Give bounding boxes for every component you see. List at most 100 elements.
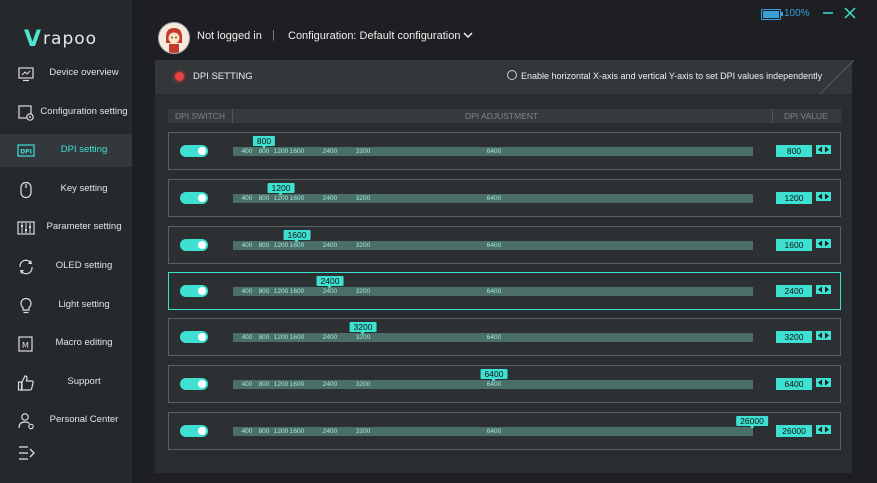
dpi-switch-toggle[interactable] xyxy=(180,192,208,204)
slider-tick-label: 1600 xyxy=(289,288,305,295)
dpi-slider[interactable]: 400 800 1200 1600 2400 3200 6400 2400 xyxy=(233,276,753,296)
dpi-slider[interactable]: 400 800 1200 1600 2400 3200 6400 1200 xyxy=(233,183,753,203)
slider-tick-label: 6400 xyxy=(486,428,502,435)
slider-tick-label: 800 xyxy=(258,381,270,388)
sidebar-item-parameter-setting[interactable]: Parameter setting xyxy=(0,211,132,244)
slider-value-bubble[interactable]: 26000 xyxy=(736,416,768,429)
sidebar: V rapoo Device overview Configuration se… xyxy=(0,0,132,483)
battery-level xyxy=(763,11,779,18)
dpi-slider[interactable]: 400 800 1200 1600 2400 3200 6400 800 xyxy=(233,136,753,156)
slider-tick-label: 400 xyxy=(241,242,253,249)
slider-tick-label: 2400 xyxy=(322,381,338,388)
svg-text:DPI: DPI xyxy=(20,149,32,156)
sidebar-item-support[interactable]: Support xyxy=(0,366,132,399)
configuration-selector[interactable]: Configuration: Default configuration xyxy=(288,30,460,42)
dpi-row[interactable]: 400 800 1200 1600 2400 3200 6400 1600 1600 xyxy=(168,226,841,264)
sidebar-item-personal-center[interactable]: Personal Center xyxy=(0,404,132,437)
slider-tick-label: 2400 xyxy=(322,148,338,155)
independent-xy-label[interactable]: Enable horizontal X-axis and vertical Y-… xyxy=(521,71,822,81)
sidebar-item-light-setting[interactable]: Light setting xyxy=(0,289,132,322)
refresh-icon xyxy=(19,259,33,275)
dpi-value-input[interactable]: 1200 xyxy=(776,192,812,204)
sidebar-item-label: Device overview xyxy=(49,67,119,78)
slider-tick-label: 6400 xyxy=(486,148,502,155)
sidebar-item-label: Light setting xyxy=(58,299,110,310)
logo-mark-icon: V xyxy=(24,26,41,52)
toggle-knob xyxy=(198,427,206,435)
dpi-value-input[interactable]: 800 xyxy=(776,145,812,157)
slider-tick-label: 1200 xyxy=(273,288,289,295)
col-divider xyxy=(232,109,233,123)
dpi-row[interactable]: 400 800 1200 1600 2400 3200 6400 1200 1200 xyxy=(168,179,841,217)
dpi-slider[interactable]: 400 800 1200 1600 2400 3200 6400 6400 xyxy=(233,369,753,389)
dpi-switch-toggle[interactable] xyxy=(180,145,208,157)
monitor-icon xyxy=(18,67,34,82)
collapse-menu-icon[interactable] xyxy=(18,445,36,461)
sidebar-item-configuration-setting[interactable]: Configuration setting xyxy=(0,96,132,129)
avatar[interactable] xyxy=(158,22,190,54)
dpi-row[interactable]: 400 800 1200 1600 2400 3200 6400 3200 3200 xyxy=(168,318,841,356)
slider-value-bubble[interactable]: 6400 xyxy=(480,369,508,382)
dpi-value-input[interactable]: 1600 xyxy=(776,239,812,251)
sidebar-item-dpi-setting[interactable]: DPI DPI setting xyxy=(0,134,132,167)
sidebar-item-oled-setting[interactable]: OLED setting xyxy=(0,250,132,283)
slider-value-bubble[interactable]: 1600 xyxy=(283,230,311,243)
config-icon xyxy=(18,105,34,121)
dpi-stepper-arrows-icon[interactable] xyxy=(816,425,831,434)
dpi-value-input[interactable]: 6400 xyxy=(776,378,812,390)
close-icon[interactable] xyxy=(843,6,857,20)
col-dpi-adjustment: DPI ADJUSTMENT xyxy=(465,111,539,121)
toggle-knob xyxy=(198,287,206,295)
dpi-value-input[interactable]: 3200 xyxy=(776,331,812,343)
login-status-link[interactable]: Not logged in xyxy=(197,30,262,42)
dpi-stepper-arrows-icon[interactable] xyxy=(816,192,831,201)
slider-value-bubble[interactable]: 1200 xyxy=(267,183,295,196)
dpi-switch-toggle[interactable] xyxy=(180,425,208,437)
sliders-icon xyxy=(17,221,35,235)
battery-icon xyxy=(761,9,783,20)
dpi-stepper-arrows-icon[interactable] xyxy=(816,239,831,248)
dpi-slider[interactable]: 400 800 1200 1600 2400 3200 6400 3200 xyxy=(233,322,753,342)
sidebar-item-device-overview[interactable]: Device overview xyxy=(0,57,132,90)
dpi-row[interactable]: 400 800 1200 1600 2400 3200 6400 2400 2400 xyxy=(168,272,841,310)
slider-tick-label: 3200 xyxy=(355,288,371,295)
dpi-stepper-arrows-icon[interactable] xyxy=(816,331,831,340)
slider-value-bubble[interactable]: 2400 xyxy=(316,276,344,289)
dpi-value-input[interactable]: 2400 xyxy=(776,285,812,297)
dpi-panel-title: DPI SETTING xyxy=(193,71,253,82)
dpi-row[interactable]: 400 800 1200 1600 2400 3200 6400 800 800 xyxy=(168,132,841,170)
slider-value-bubble[interactable]: 800 xyxy=(252,136,276,149)
user-gear-icon xyxy=(18,413,34,430)
dpi-stepper-arrows-icon[interactable] xyxy=(816,145,831,154)
slider-tick-label: 2400 xyxy=(322,195,338,202)
dpi-slider[interactable]: 400 800 1200 1600 2400 3200 6400 1600 xyxy=(233,230,753,250)
col-divider xyxy=(772,109,773,123)
slider-tick-label: 400 xyxy=(241,334,253,341)
battery-percent: 100% xyxy=(784,8,810,19)
dpi-slider[interactable]: 400 800 1200 1600 2400 3200 6400 26000 xyxy=(233,416,768,436)
slider-value-bubble[interactable]: 3200 xyxy=(349,322,377,335)
minimize-icon[interactable] xyxy=(821,6,835,20)
slider-tick-label: 3200 xyxy=(355,195,371,202)
slider-tick-label: 1600 xyxy=(289,195,305,202)
dpi-value-input[interactable]: 26000 xyxy=(776,425,812,437)
sidebar-item-macro-editing[interactable]: M Macro editing xyxy=(0,327,132,360)
panel-corner-accent xyxy=(820,60,854,94)
dpi-row[interactable]: 400 800 1200 1600 2400 3200 6400 6400 6400 xyxy=(168,365,841,403)
dpi-switch-toggle[interactable] xyxy=(180,331,208,343)
dpi-switch-toggle[interactable] xyxy=(180,239,208,251)
slider-tick-label: 1600 xyxy=(289,381,305,388)
dpi-switch-toggle[interactable] xyxy=(180,378,208,390)
sidebar-item-key-setting[interactable]: Key setting xyxy=(0,173,132,206)
avatar-image xyxy=(159,23,189,53)
independent-xy-radio[interactable] xyxy=(507,70,517,80)
dpi-stepper-arrows-icon[interactable] xyxy=(816,285,831,294)
slider-tick-label: 6400 xyxy=(486,242,502,249)
dpi-switch-toggle[interactable] xyxy=(180,285,208,297)
slider-tick-label: 2400 xyxy=(322,334,338,341)
chevron-down-icon[interactable] xyxy=(462,30,474,40)
dpi-stepper-arrows-icon[interactable] xyxy=(816,378,831,387)
dpi-row[interactable]: 400 800 1200 1600 2400 3200 6400 26000 26000 xyxy=(168,412,841,450)
slider-tick-label: 800 xyxy=(258,288,270,295)
toggle-knob xyxy=(198,147,206,155)
